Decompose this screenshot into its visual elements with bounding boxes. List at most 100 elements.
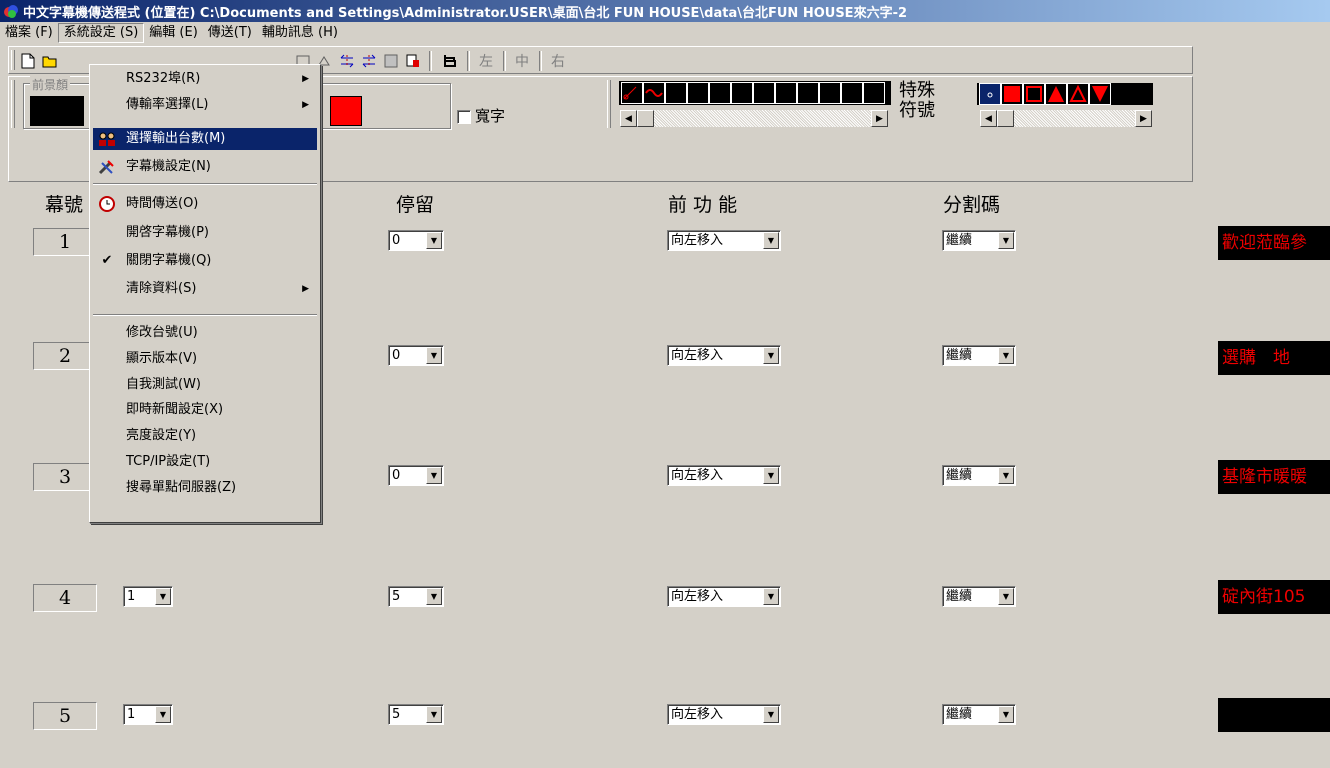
symbol-down-triangle-icon[interactable] bbox=[1089, 83, 1111, 105]
chevron-down-icon[interactable]: ▼ bbox=[998, 347, 1014, 364]
stay-select[interactable]: 0 ▼ bbox=[388, 230, 444, 251]
menu-time-send[interactable]: 時間傳送(O) bbox=[93, 193, 317, 215]
split-select[interactable]: 繼續 ▼ bbox=[942, 345, 1016, 366]
scroll-thumb[interactable] bbox=[997, 110, 1014, 127]
effect-cell-4[interactable] bbox=[687, 82, 709, 104]
align-right-button[interactable]: 右 bbox=[547, 51, 569, 71]
symbol-hollow-triangle-icon[interactable] bbox=[1067, 83, 1089, 105]
chevron-down-icon[interactable]: ▼ bbox=[426, 706, 442, 723]
function-select[interactable]: 向左移入 ▼ bbox=[667, 586, 781, 607]
menu-close-display[interactable]: ✔ 關閉字幕機(Q) bbox=[93, 250, 317, 272]
align-left-button[interactable]: 左 bbox=[475, 51, 497, 71]
chevron-down-icon[interactable]: ▼ bbox=[426, 588, 442, 605]
split-select[interactable]: 繼續 ▼ bbox=[942, 586, 1016, 607]
align-center-button[interactable]: 中 bbox=[511, 51, 533, 71]
align-full-icon[interactable] bbox=[439, 51, 461, 71]
effect-scrollbar[interactable]: ◀ ▶ bbox=[619, 109, 889, 128]
tool-icon-c[interactable] bbox=[380, 51, 402, 71]
wide-char-option[interactable]: 寬字 bbox=[457, 105, 505, 126]
menu-file[interactable]: 檔案 (F) bbox=[0, 23, 58, 43]
stay-select[interactable]: 0 ▼ bbox=[388, 345, 444, 366]
effect-cell-12[interactable] bbox=[863, 82, 885, 104]
scroll-left-arrow-icon[interactable]: ◀ bbox=[620, 110, 637, 127]
chevron-down-icon[interactable]: ▼ bbox=[998, 588, 1014, 605]
split-select[interactable]: 繼續 ▼ bbox=[942, 704, 1016, 725]
menu-select-output-count[interactable]: 選擇輸出台數(M) bbox=[93, 128, 317, 150]
scroll-thumb[interactable] bbox=[637, 110, 654, 127]
chevron-down-icon[interactable]: ▼ bbox=[763, 347, 779, 364]
menu-find-server[interactable]: 搜尋單點伺服器(Z) bbox=[93, 477, 317, 499]
effect-cell-9[interactable] bbox=[797, 82, 819, 104]
effect-cell-6[interactable] bbox=[731, 82, 753, 104]
chevron-down-icon[interactable]: ▼ bbox=[998, 467, 1014, 484]
move-right-icon[interactable] bbox=[358, 51, 380, 71]
new-file-icon[interactable] bbox=[17, 51, 39, 71]
chevron-down-icon[interactable]: ▼ bbox=[763, 706, 779, 723]
toolbar-separator bbox=[467, 51, 470, 71]
menu-open-display[interactable]: 開啓字幕機(P) bbox=[93, 222, 317, 244]
chevron-down-icon[interactable]: ▼ bbox=[998, 706, 1014, 723]
move-left-icon[interactable] bbox=[336, 51, 358, 71]
chevron-down-icon[interactable]: ▼ bbox=[155, 588, 171, 605]
chevron-down-icon[interactable]: ▼ bbox=[763, 232, 779, 249]
symbol-scrollbar[interactable]: ◀ ▶ bbox=[979, 109, 1153, 128]
menu-tcpip-settings[interactable]: TCP/IP設定(T) bbox=[93, 451, 317, 473]
effect-cell-2[interactable] bbox=[643, 82, 665, 104]
foreground-color-swatch[interactable] bbox=[30, 96, 84, 126]
symbol-filled-square-icon[interactable] bbox=[1001, 83, 1023, 105]
effect-cell-1[interactable] bbox=[621, 82, 643, 104]
split-select[interactable]: 繼續 ▼ bbox=[942, 230, 1016, 251]
effect-cell-11[interactable] bbox=[841, 82, 863, 104]
wide-char-checkbox[interactable] bbox=[457, 109, 471, 124]
speed-select[interactable]: 1 ▼ bbox=[123, 704, 173, 725]
chevron-down-icon[interactable]: ▼ bbox=[763, 467, 779, 484]
effect-cell-8[interactable] bbox=[775, 82, 797, 104]
symbol-hollow-square-icon[interactable] bbox=[1023, 83, 1045, 105]
menu-brightness-settings[interactable]: 亮度設定(Y) bbox=[93, 425, 317, 447]
open-folder-icon[interactable] bbox=[39, 51, 61, 71]
symbol-filled-triangle-icon[interactable] bbox=[1045, 83, 1067, 105]
effect-cell-3[interactable] bbox=[665, 82, 687, 104]
scroll-right-arrow-icon[interactable]: ▶ bbox=[871, 110, 888, 127]
menu-edit[interactable]: 編輯 (E) bbox=[144, 23, 203, 43]
effect-cell-10[interactable] bbox=[819, 82, 841, 104]
toolbar-grip[interactable] bbox=[11, 80, 15, 128]
scroll-left-arrow-icon[interactable]: ◀ bbox=[980, 110, 997, 127]
menu-help[interactable]: 輔助訊息 (H) bbox=[257, 23, 343, 43]
stay-select[interactable]: 0 ▼ bbox=[388, 465, 444, 486]
chevron-down-icon[interactable]: ▼ bbox=[426, 347, 442, 364]
menu-baud-rate[interactable]: 傳輸率選擇(L) ▶ bbox=[93, 94, 317, 116]
chevron-down-icon[interactable]: ▼ bbox=[426, 232, 442, 249]
stay-select[interactable]: 5 ▼ bbox=[388, 704, 444, 725]
speed-value: 1 bbox=[127, 707, 136, 722]
chevron-down-icon[interactable]: ▼ bbox=[155, 706, 171, 723]
function-select[interactable]: 向左移入 ▼ bbox=[667, 230, 781, 251]
menu-self-test[interactable]: 自我測試(W) bbox=[93, 374, 317, 396]
function-select[interactable]: 向左移入 ▼ bbox=[667, 345, 781, 366]
menu-send[interactable]: 傳送(T) bbox=[203, 23, 257, 43]
chevron-down-icon[interactable]: ▼ bbox=[763, 588, 779, 605]
effect-cell-7[interactable] bbox=[753, 82, 775, 104]
menu-display-settings[interactable]: 字幕機設定(N) bbox=[93, 156, 317, 178]
toolbar-grip[interactable] bbox=[11, 50, 15, 70]
menu-change-unit-number[interactable]: 修改台號(U) bbox=[93, 322, 317, 344]
toolbar-grip[interactable] bbox=[607, 80, 611, 128]
background-color-swatch[interactable] bbox=[330, 96, 362, 126]
chevron-down-icon[interactable]: ▼ bbox=[426, 467, 442, 484]
menu-system-settings[interactable]: 系統設定 (S) bbox=[57, 23, 145, 43]
menu-rs232-port[interactable]: RS232埠(R) ▶ bbox=[93, 68, 317, 90]
split-select[interactable]: 繼續 ▼ bbox=[942, 465, 1016, 486]
function-select[interactable]: 向左移入 ▼ bbox=[667, 704, 781, 725]
menu-show-version[interactable]: 顯示版本(V) bbox=[93, 348, 317, 370]
chevron-down-icon[interactable]: ▼ bbox=[998, 232, 1014, 249]
speed-select[interactable]: 1 ▼ bbox=[123, 586, 173, 607]
stay-select[interactable]: 5 ▼ bbox=[388, 586, 444, 607]
effect-cell-5[interactable] bbox=[709, 82, 731, 104]
tool-icon-d[interactable] bbox=[402, 51, 424, 71]
symbol-dot-icon[interactable] bbox=[979, 83, 1001, 105]
menu-clear-data[interactable]: 清除資料(S) ▶ bbox=[93, 278, 317, 300]
menu-news-settings[interactable]: 即時新聞設定(X) bbox=[93, 399, 317, 421]
split-value: 繼續 bbox=[946, 468, 973, 483]
function-select[interactable]: 向左移入 ▼ bbox=[667, 465, 781, 486]
scroll-right-arrow-icon[interactable]: ▶ bbox=[1135, 110, 1152, 127]
